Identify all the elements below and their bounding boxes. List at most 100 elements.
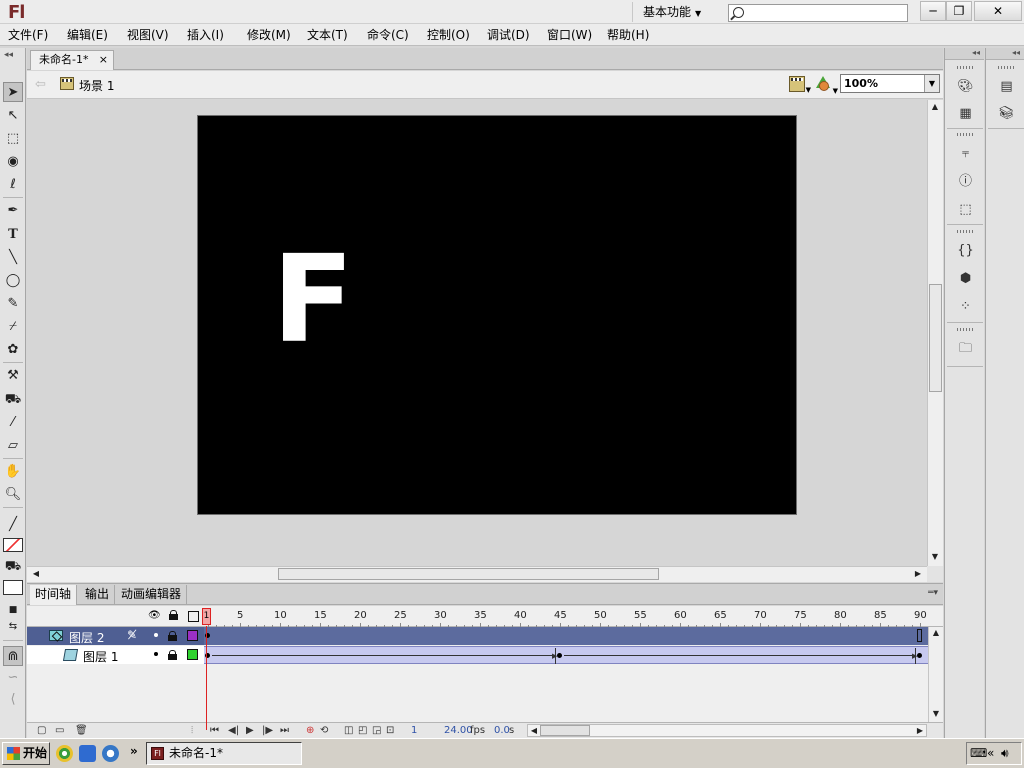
components-panel-icon[interactable]: ⬢ xyxy=(956,270,975,287)
menu-help[interactable]: 帮助(H) xyxy=(607,27,649,43)
tray-collapse-icon[interactable]: « xyxy=(987,746,994,760)
scroll-right-icon[interactable]: ▶ xyxy=(913,726,927,735)
visibility-dot[interactable] xyxy=(154,633,158,637)
text-tool-icon[interactable]: T xyxy=(3,225,23,245)
tab-output[interactable]: 输出 xyxy=(80,585,116,605)
delete-layer-icon[interactable]: 🗑︎ xyxy=(75,725,88,736)
edit-multiple-frames-icon[interactable]: ◲ xyxy=(372,725,381,736)
menu-view[interactable]: 视图(V) xyxy=(127,27,169,43)
elapsed-time-value[interactable]: 0.0 xyxy=(494,725,510,736)
edit-scene-icon[interactable]: ▼ xyxy=(789,76,811,94)
pasteboard[interactable]: F xyxy=(27,100,927,566)
menu-control[interactable]: 控制(O) xyxy=(427,27,470,43)
menu-modify[interactable]: 修改(M) xyxy=(247,27,291,43)
media-player-icon[interactable] xyxy=(56,745,73,762)
fps-value[interactable]: 24.00 xyxy=(444,725,473,736)
horizontal-scrollbar[interactable]: ◀ ▶ xyxy=(27,566,927,582)
code-snippets-panel-icon[interactable]: {} xyxy=(956,242,975,259)
motion-tween-span[interactable] xyxy=(212,655,554,656)
frame-ruler[interactable]: 151015202530354045505560657075808590 xyxy=(204,606,928,627)
menu-commands[interactable]: 命令(C) xyxy=(367,27,409,43)
onion-skin-outlines-icon[interactable]: ◰ xyxy=(358,725,367,736)
transform-panel-icon[interactable]: ⬚ xyxy=(956,201,975,218)
tab-motion-editor[interactable]: 动画编辑器 xyxy=(116,585,188,605)
new-folder-icon[interactable]: ▭ xyxy=(55,725,64,736)
layer-name[interactable]: 图层 2 xyxy=(69,629,104,646)
timeline-vertical-scrollbar[interactable]: ▲ ▼ xyxy=(928,627,943,722)
taskbar-window-button[interactable]: Fl 未命名-1* xyxy=(146,742,302,765)
project-panel-icon[interactable]: 🗀︎ xyxy=(956,340,975,357)
smooth-icon[interactable]: ∽ xyxy=(3,668,23,688)
resize-grip-icon[interactable]: ⦙ xyxy=(191,725,193,736)
menu-edit[interactable]: 编辑(E) xyxy=(67,27,108,43)
straighten-icon[interactable]: ⟨ xyxy=(3,690,23,710)
3d-rotation-tool-icon[interactable]: ◉ xyxy=(3,152,23,172)
layer-row[interactable]: 图层 2 ✎̸ xyxy=(27,627,943,645)
snap-to-objects-icon[interactable]: ⋒ xyxy=(3,646,23,666)
close-tab-icon[interactable]: × xyxy=(99,51,108,69)
onion-skin-icon[interactable]: ◫ xyxy=(344,725,353,736)
layer-name[interactable]: 图层 1 xyxy=(83,648,118,665)
scene-label[interactable]: 场景 1 xyxy=(79,77,114,94)
internet-explorer-icon[interactable] xyxy=(79,745,96,762)
scroll-left-icon[interactable]: ◀ xyxy=(527,726,541,735)
scrollbar-thumb[interactable] xyxy=(278,568,659,580)
scroll-left-icon[interactable]: ◀ xyxy=(29,569,43,578)
stage-letter-f[interactable]: F xyxy=(272,241,354,361)
menu-text[interactable]: 文本(T) xyxy=(307,27,348,43)
step-back-icon[interactable]: ◀| xyxy=(228,725,239,736)
line-tool-icon[interactable]: ╲ xyxy=(3,248,23,268)
lock-dot-icon[interactable] xyxy=(168,631,177,641)
eye-icon[interactable]: 👁︎ xyxy=(148,610,161,622)
stroke-color-icon[interactable]: ╱ xyxy=(3,515,23,535)
layer-name-cell[interactable]: 图层 1 xyxy=(27,646,204,664)
tab-timeline[interactable]: 时间轴 xyxy=(30,585,78,605)
center-frame-icon[interactable]: ⊕ xyxy=(306,725,314,736)
restore-button[interactable]: ❐ xyxy=(946,1,972,21)
eyedropper-tool-icon[interactable]: ⁄ xyxy=(3,413,23,433)
collapse-icon[interactable]: ◂◂ xyxy=(945,48,984,60)
swatches-panel-icon[interactable]: ▦ xyxy=(956,105,975,122)
stage[interactable]: F xyxy=(197,115,797,515)
vertical-scrollbar[interactable]: ▲ ▼ xyxy=(927,100,943,566)
subselection-tool-icon[interactable]: ↖ xyxy=(3,106,23,126)
zoom-tool-icon[interactable]: 🔍︎ xyxy=(3,485,23,505)
deco-tool-icon[interactable]: ✿ xyxy=(3,340,23,360)
collapse-icon[interactable]: ◂◂ xyxy=(986,48,1024,60)
scroll-down-icon[interactable]: ▼ xyxy=(928,552,942,561)
library-panel-icon[interactable]: 📚︎ xyxy=(997,105,1016,122)
swap-colors-icon[interactable]: ⇆ xyxy=(3,617,23,637)
zoom-select[interactable]: 100% ▼ xyxy=(840,74,940,93)
layer-color-swatch[interactable] xyxy=(187,649,198,660)
paint-bucket-tool-icon[interactable]: ⛟ xyxy=(3,390,23,410)
timeline-horizontal-scrollbar[interactable]: ◀ ▶ xyxy=(527,724,927,737)
layer-color-swatch[interactable] xyxy=(187,630,198,641)
lock-dot-icon[interactable] xyxy=(168,650,177,660)
scroll-up-icon[interactable]: ▲ xyxy=(928,102,942,111)
lasso-tool-icon[interactable]: ℓ xyxy=(3,175,23,195)
back-arrow-icon[interactable]: ⇦ xyxy=(35,77,46,92)
visibility-dot[interactable] xyxy=(154,652,158,656)
minimize-button[interactable]: ─ xyxy=(920,1,946,21)
scrollbar-thumb[interactable] xyxy=(540,725,590,736)
pencil-tool-icon[interactable]: ✎ xyxy=(3,294,23,314)
menu-debug[interactable]: 调试(D) xyxy=(487,27,530,43)
selection-tool-icon[interactable]: ➤ xyxy=(3,82,23,102)
fill-color-icon[interactable]: ⛟ xyxy=(3,557,23,577)
bone-tool-icon[interactable]: ⚒ xyxy=(3,366,23,386)
help-search-input[interactable] xyxy=(728,4,908,22)
playhead-line[interactable] xyxy=(206,626,207,730)
pen-tool-icon[interactable]: ✒ xyxy=(3,201,23,221)
keyframe[interactable] xyxy=(557,653,562,658)
motion-presets-panel-icon[interactable]: ⁘ xyxy=(956,298,975,315)
align-panel-icon[interactable]: ⫧ xyxy=(956,145,975,162)
outline-icon[interactable] xyxy=(188,611,199,622)
chevron-down-icon[interactable]: ▼ xyxy=(924,75,939,92)
scrollbar-thumb[interactable] xyxy=(929,284,942,392)
layer-name-cell[interactable]: 图层 2 ✎̸ xyxy=(27,627,204,645)
layer-frames[interactable] xyxy=(204,627,928,645)
start-button[interactable]: 开始 xyxy=(2,742,50,765)
eraser-tool-icon[interactable]: ▱ xyxy=(3,436,23,456)
properties-panel-icon[interactable]: ▤ xyxy=(997,78,1016,95)
playhead[interactable]: 1 xyxy=(202,608,211,625)
